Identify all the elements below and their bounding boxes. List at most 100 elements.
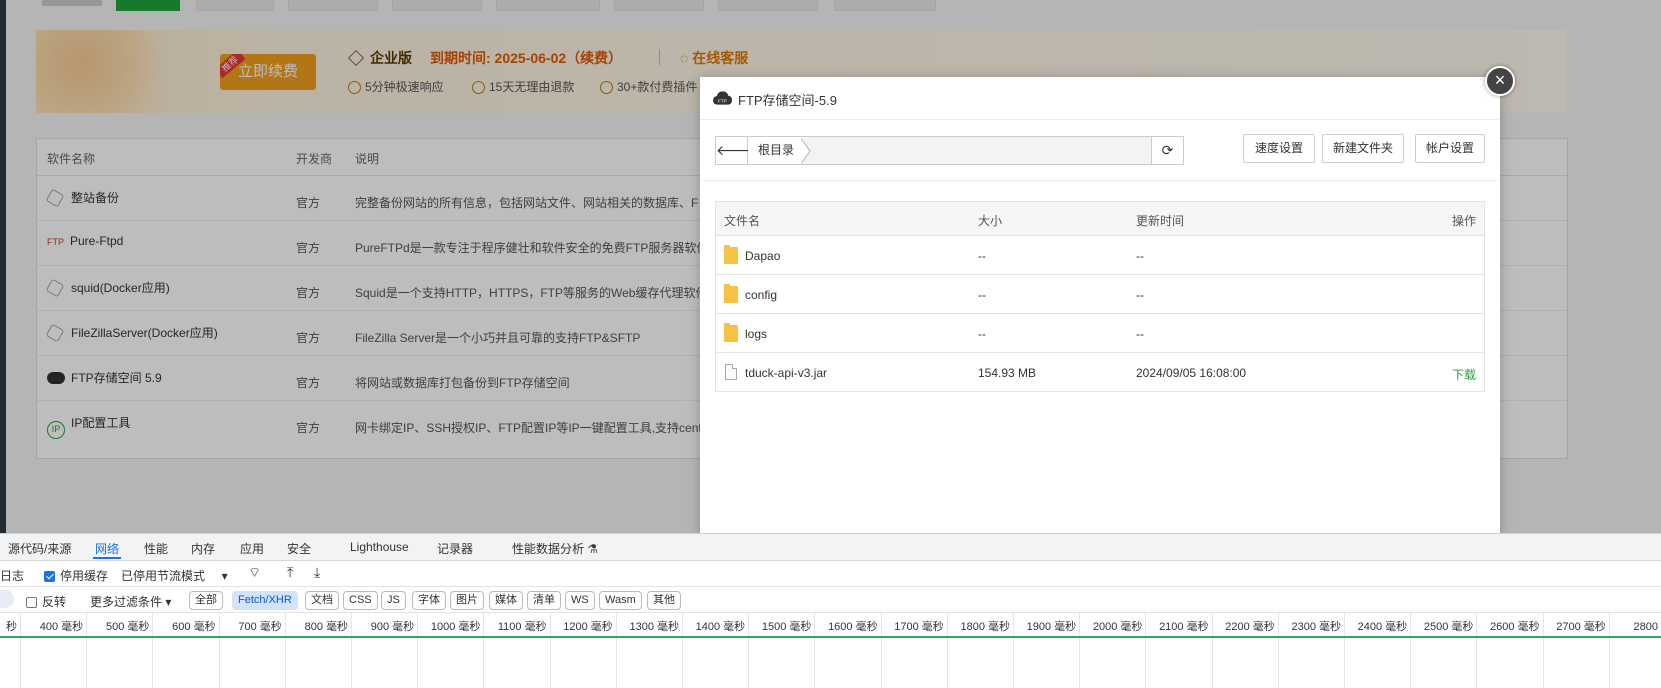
flask-icon: ⚗ (587, 542, 599, 556)
disable-cache-checkbox[interactable]: 停用缓存 (44, 567, 108, 584)
file-updated: -- (1136, 249, 1144, 263)
file-row[interactable]: Dapao -- -- (716, 236, 1484, 275)
filter-doc[interactable]: 文档 (305, 591, 339, 610)
breadcrumb-separator-inner (800, 138, 809, 164)
path-bar: 🡐 根目录 (715, 136, 1183, 165)
preserve-log-label[interactable]: 日志 (0, 567, 24, 584)
dialog-title: FTP存储空间-5.9 (738, 93, 837, 108)
timeline-gridline (1013, 613, 1014, 688)
file-size: -- (978, 327, 986, 341)
file-name[interactable]: tduck-api-v3.jar (745, 366, 827, 380)
dialog-header: FTP FTP存储空间-5.9 (700, 77, 1500, 120)
timeline-gridline (1344, 613, 1345, 688)
timeline-gridline (483, 613, 485, 688)
col-size: 大小 (978, 214, 1003, 228)
devtools-panel: 源代码/来源 网络 性能 内存 应用 安全 Lighthouse 记录器 性能数… (0, 533, 1661, 688)
file-updated: -- (1136, 327, 1144, 341)
breadcrumb-root[interactable]: 根目录 (748, 137, 805, 164)
timeline-tick-label: 900 毫秒 (370, 621, 415, 633)
throttle-select[interactable]: 已停用节流模式 ▾ (121, 567, 228, 584)
timeline-gridline (1079, 613, 1081, 688)
filter-fetch-xhr[interactable]: Fetch/XHR (232, 591, 298, 610)
timeline-gridline (549, 613, 551, 688)
timeline-gridline (748, 613, 750, 688)
new-folder-button[interactable]: 新建文件夹 (1322, 134, 1404, 163)
tab-sources[interactable]: 源代码/来源 (8, 540, 71, 557)
filter-ws[interactable]: WS (565, 591, 595, 610)
account-settings-button[interactable]: 帐户设置 (1415, 134, 1485, 163)
ftp-cloud-icon: FTP (713, 91, 732, 105)
file-size: -- (978, 249, 986, 263)
tab-performance[interactable]: 性能 (144, 540, 168, 557)
filter-wasm[interactable]: Wasm (599, 591, 642, 610)
file-name[interactable]: Dapao (745, 249, 780, 263)
file-updated: 2024/09/05 16:08:00 (1136, 366, 1247, 380)
file-table: 文件名 大小 更新时间 操作 Dapao -- -- config -- -- … (715, 201, 1485, 392)
speed-settings-button[interactable]: 速度设置 (1243, 134, 1315, 163)
timeline-bar (0, 636, 1661, 638)
file-row[interactable]: tduck-api-v3.jar 154.93 MB 2024/09/05 16… (716, 353, 1484, 391)
invert-checkbox[interactable]: 反转 (26, 593, 66, 610)
timeline-tick-label: 2800 毫 (1633, 621, 1661, 633)
filter-css[interactable]: CSS (343, 591, 378, 610)
timeline-gridline (86, 613, 88, 688)
timeline-gridline (218, 613, 220, 688)
back-arrow-icon[interactable]: 🡐 (716, 137, 754, 164)
folder-icon (724, 284, 738, 303)
timeline-gridline (417, 613, 419, 688)
tab-application[interactable]: 应用 (240, 540, 264, 557)
filter-other[interactable]: 其他 (647, 591, 681, 610)
refresh-icon[interactable]: ⟳ (1151, 136, 1184, 165)
timeline-gridline (1410, 613, 1412, 688)
timeline-tick-label: 2500 毫秒 (1423, 621, 1474, 633)
timeline-gridline (1542, 613, 1544, 688)
timeline-gridline (615, 613, 617, 688)
download-icon[interactable]: ⤓ (314, 564, 320, 581)
timeline-gridline (880, 613, 882, 688)
file-row[interactable]: config -- -- (716, 275, 1484, 314)
timeline-gridline (20, 613, 21, 688)
filter-input[interactable] (0, 590, 14, 608)
devtools-tabbar: 源代码/来源 网络 性能 内存 应用 安全 Lighthouse 记录器 性能数… (0, 534, 1661, 561)
timeline-tick-label: 500 毫秒 (105, 621, 150, 633)
ftp-storage-dialog: FTP FTP存储空间-5.9 🡐 根目录 ⟳ 速度设置 新建文件夹 帐户设置 … (700, 77, 1500, 533)
filter-all[interactable]: 全部 (189, 591, 223, 610)
tab-network[interactable]: 网络 (95, 540, 119, 557)
download-link[interactable]: 下载 (1452, 366, 1476, 383)
timeline-tick-label: 700 毫秒 (238, 621, 282, 633)
timeline-tick-label: 2700 毫秒 (1556, 621, 1606, 633)
more-filters-dropdown[interactable]: 更多过滤条件 ▾ (90, 593, 171, 610)
network-timeline[interactable]: 秒 400 毫秒 500 毫秒 600 毫秒 700 毫秒 800 毫秒 900 毫秒 100… (0, 613, 1661, 688)
tab-recorder[interactable]: 记录器 (437, 540, 473, 557)
file-row[interactable]: logs -- -- (716, 314, 1484, 353)
checkbox-checked (44, 571, 55, 582)
tab-performance-insights[interactable]: 性能数据分析 ⚗ (512, 540, 598, 557)
timeline-gridline (1608, 613, 1610, 688)
file-name[interactable]: logs (745, 327, 767, 341)
timeline-tick-label: 1500 毫秒 (761, 621, 812, 633)
tab-memory[interactable]: 内存 (191, 540, 215, 557)
filter-font[interactable]: 字体 (412, 591, 446, 610)
filter-js[interactable]: JS (381, 591, 406, 610)
timeline-tick-label: 秒 (6, 621, 17, 633)
filter-img[interactable]: 图片 (450, 591, 484, 610)
timeline-tick-label: 600 毫秒 (172, 621, 216, 633)
timeline-tick-label: 2200 毫秒 (1225, 621, 1275, 633)
timeline-tick-label: 1200 毫秒 (563, 621, 613, 633)
file-size: 154.93 MB (978, 366, 1037, 380)
close-icon[interactable]: × (1485, 66, 1515, 96)
network-toolbar: 日志 停用缓存 已停用节流模式 ▾ ⌔ ⤒ ⤓ (0, 561, 1661, 587)
timeline-tick-label: 1000 毫秒 (430, 621, 481, 633)
network-conditions-icon[interactable]: ⌔ (248, 564, 261, 582)
file-name[interactable]: config (745, 288, 777, 302)
tab-security[interactable]: 安全 (287, 540, 311, 557)
file-updated: -- (1136, 288, 1144, 302)
filter-manifest[interactable]: 清单 (527, 591, 561, 610)
filter-media[interactable]: 媒体 (489, 591, 523, 610)
timeline-gridline (1145, 613, 1147, 688)
timeline-tick-label: 2600 毫秒 (1490, 621, 1540, 633)
tab-lighthouse[interactable]: Lighthouse (350, 540, 409, 554)
timeline-tick-label: 1400 毫秒 (695, 621, 746, 633)
timeline-tick-label: 2300 毫秒 (1291, 621, 1341, 633)
upload-icon[interactable]: ⤒ (287, 564, 293, 581)
